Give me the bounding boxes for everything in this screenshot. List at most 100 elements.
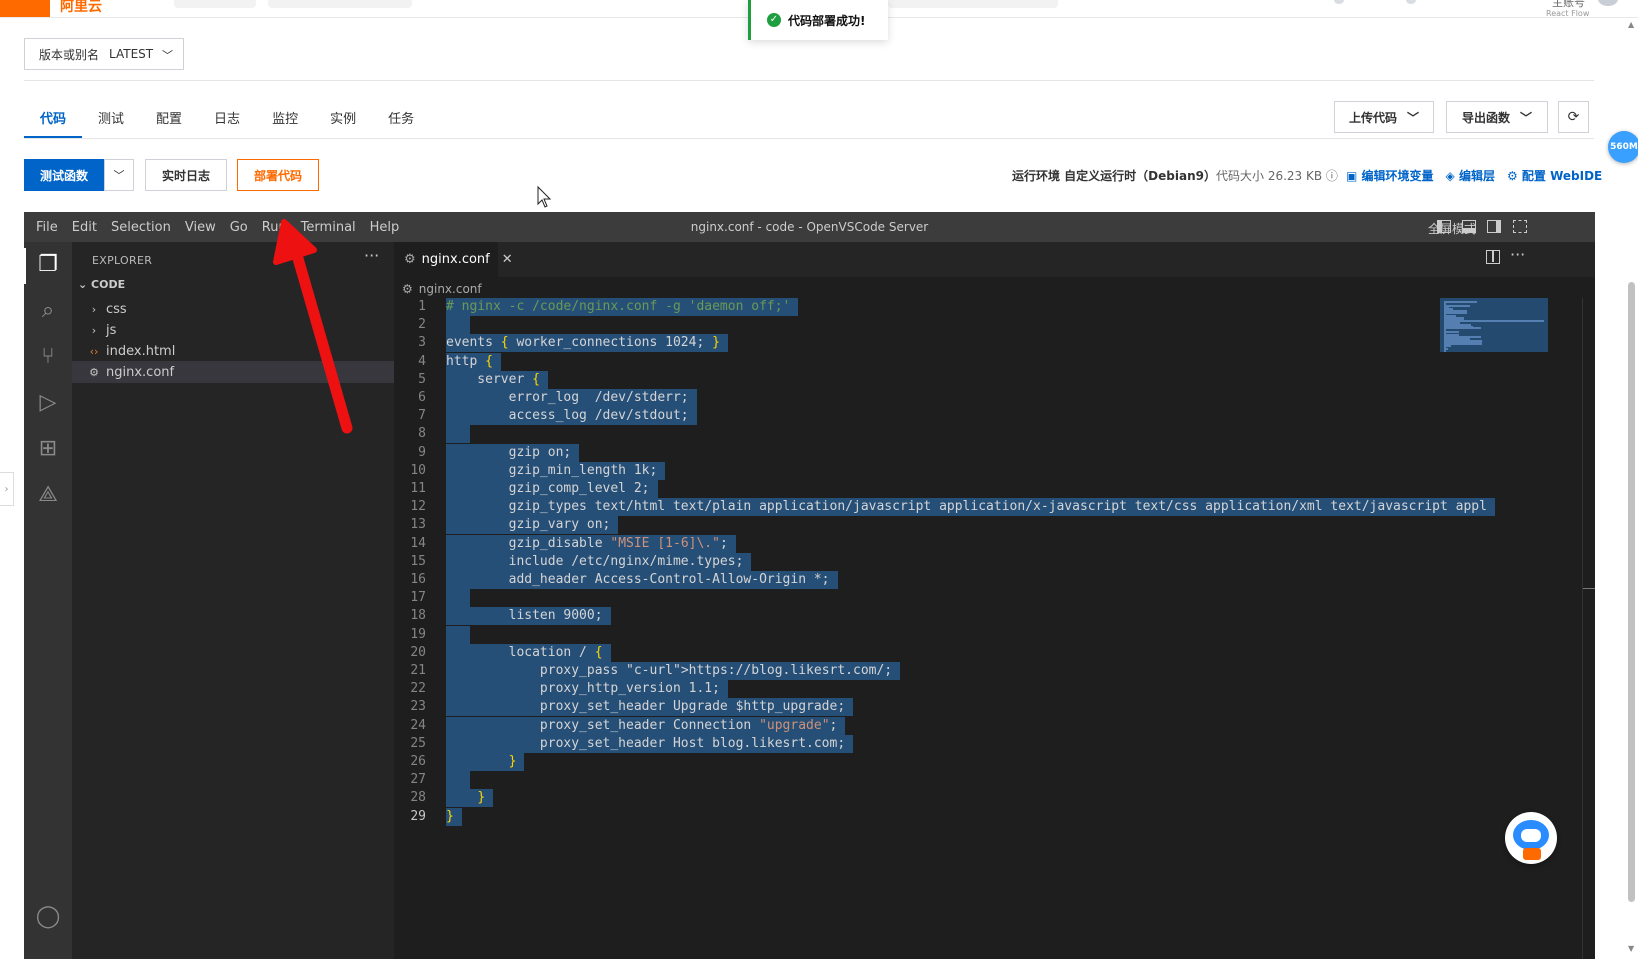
line-number: 12 xyxy=(410,499,426,515)
serverless-icon[interactable]: ⟁ xyxy=(33,480,63,510)
tree-item-label: index.html xyxy=(106,343,176,359)
edit-layer-label: 编辑层 xyxy=(1458,169,1495,183)
edit-env-label: 编辑环境变量 xyxy=(1361,169,1434,183)
menu-item-terminal[interactable]: Terminal xyxy=(294,220,363,235)
code-text: gzip_types text/html text/plain applicat… xyxy=(446,498,1495,517)
version-select[interactable]: 版本或别名 LATEST ﹀ xyxy=(24,38,184,70)
edit-env-link[interactable]: ▣ 编辑环境变量 xyxy=(1346,167,1434,184)
toggle-secondary-sidebar-icon[interactable] xyxy=(1487,220,1501,233)
toggle-panel-icon[interactable] xyxy=(1462,220,1476,233)
more-actions-icon[interactable]: ··· xyxy=(364,246,379,265)
code-text: error_log /dev/stderr; xyxy=(446,389,697,407)
menu-item-help[interactable]: Help xyxy=(363,220,407,235)
menu-item-go[interactable]: Go xyxy=(223,220,255,235)
toggle-sidebar-icon[interactable] xyxy=(1437,220,1451,233)
chevron-down-icon: ﹀ xyxy=(1407,110,1420,125)
tree-item-js[interactable]: › js xyxy=(72,319,394,341)
test-options-dropdown[interactable]: ﹀ xyxy=(104,159,134,191)
top-nav-item[interactable] xyxy=(174,0,256,8)
html-file-icon: ‹› xyxy=(89,344,99,358)
tab-1[interactable]: 测试 xyxy=(82,100,140,138)
editor-scrollbar[interactable] xyxy=(1582,298,1595,959)
code-editor[interactable]: 1 # nginx -c /code/nginx.conf -g 'daemon … xyxy=(394,298,1495,898)
runtime-info: 运行环境 自定义运行时（Debian9） xyxy=(1012,169,1216,183)
code-text xyxy=(446,316,470,335)
edit-layer-link[interactable]: ◈ 编辑层 xyxy=(1446,167,1495,184)
menu-icon[interactable] xyxy=(0,0,50,17)
code-text: } xyxy=(446,807,462,826)
search-icon[interactable]: ⌕ xyxy=(33,296,63,326)
chevron-right-icon: › xyxy=(91,323,97,337)
customize-layout-icon[interactable] xyxy=(1513,220,1527,233)
breadcrumb[interactable]: ⚙ nginx.conf xyxy=(402,279,482,299)
brand-logo[interactable]: 阿里云 xyxy=(60,0,102,16)
gear-icon: ⚙ xyxy=(404,252,416,267)
editor-tab-nginx-conf[interactable]: ⚙ nginx.conf ✕ xyxy=(394,242,513,277)
scroll-up-icon[interactable]: ▲ xyxy=(1628,20,1634,29)
page-scrollbar-thumb[interactable] xyxy=(1628,282,1635,902)
webide-config-link[interactable]: ⚙ 配置 WebIDE xyxy=(1507,167,1602,184)
account-icon[interactable]: ◯ xyxy=(33,902,63,932)
tree-item-css[interactable]: › css xyxy=(72,298,394,320)
avatar[interactable] xyxy=(1598,0,1618,6)
code-section-header[interactable]: ⌄ CODE xyxy=(78,278,125,291)
menu-item-edit[interactable]: Edit xyxy=(65,220,104,235)
tab-6[interactable]: 任务 xyxy=(372,100,430,138)
refresh-button[interactable]: ⟳ xyxy=(1558,101,1589,133)
tab-5[interactable]: 实例 xyxy=(314,100,372,138)
close-icon[interactable]: ✕ xyxy=(502,252,513,267)
message-icon[interactable] xyxy=(1334,0,1344,4)
tree-item-index-html[interactable]: ‹› index.html xyxy=(72,340,394,362)
line-number: 4 xyxy=(418,353,426,369)
tab-0[interactable]: 代码 xyxy=(24,100,83,138)
active-indicator xyxy=(24,248,26,284)
top-search[interactable] xyxy=(268,0,412,8)
page-scrollbar[interactable]: ▲ ▼ xyxy=(1625,20,1638,959)
tab-3[interactable]: 日志 xyxy=(198,100,256,138)
deploy-code-button[interactable]: 部署代码 xyxy=(237,159,319,191)
editor-tabbar: ⚙ nginx.conf ✕ ··· xyxy=(394,242,1595,277)
more-actions-icon[interactable]: ··· xyxy=(1510,245,1525,264)
sidebar-expand-handle[interactable]: › xyxy=(0,472,14,506)
minimap[interactable] xyxy=(1440,298,1548,352)
tab-2[interactable]: 配置 xyxy=(140,100,198,138)
gear-icon: ⚙ xyxy=(402,282,413,296)
menu-item-run[interactable]: Run xyxy=(255,220,294,235)
info-icon[interactable]: ⓘ xyxy=(1326,169,1338,183)
upload-code-button[interactable]: 上传代码 ﹀ xyxy=(1334,101,1434,133)
scroll-down-icon[interactable]: ▼ xyxy=(1628,944,1634,953)
line-number: 29 xyxy=(410,808,426,824)
line-number: 5 xyxy=(418,371,426,387)
help-icon[interactable] xyxy=(1406,0,1416,4)
ai-assistant-button[interactable] xyxy=(1505,812,1557,864)
test-function-split-button: 测试函数 ﹀ xyxy=(24,159,134,191)
assistant-badge xyxy=(1523,848,1541,860)
run-debug-icon[interactable]: ▷ xyxy=(33,388,63,418)
code-text: proxy_set_header Upgrade $http_upgrade; xyxy=(446,698,854,717)
editor-area: ⚙ nginx.conf ✕ ··· ⚙ nginx.conf 1 # nginx… xyxy=(394,242,1595,959)
tree-item-nginx-conf[interactable]: ⚙ nginx.conf xyxy=(72,361,394,383)
extensions-icon[interactable]: ⊞ xyxy=(33,434,63,464)
code-text: gzip_vary on; xyxy=(446,516,619,535)
test-function-button[interactable]: 测试函数 xyxy=(24,159,104,191)
code-text: server { xyxy=(446,370,548,389)
split-editor-icon[interactable] xyxy=(1486,250,1500,264)
source-control-icon[interactable]: ⑂ xyxy=(33,342,63,372)
realtime-log-button[interactable]: 实时日志 xyxy=(145,159,227,191)
export-function-button[interactable]: 导出函数 ﹀ xyxy=(1446,101,1548,133)
explorer-title: EXPLORER xyxy=(92,254,153,267)
webide-config-label: 配置 WebIDE xyxy=(1521,169,1603,183)
menu-item-selection[interactable]: Selection xyxy=(104,220,178,235)
success-toast: ✓ 代码部署成功! xyxy=(748,0,888,40)
check-circle-icon: ✓ xyxy=(767,13,781,27)
tree-item-label: js xyxy=(106,322,117,338)
tab-4[interactable]: 监控 xyxy=(256,100,314,138)
code-text: } xyxy=(446,789,494,808)
top-nav-item[interactable] xyxy=(888,0,1058,8)
menu-item-file[interactable]: File xyxy=(24,220,65,235)
line-number: 26 xyxy=(410,754,426,769)
line-number: 6 xyxy=(418,390,426,405)
explorer-icon[interactable]: ❐ xyxy=(33,250,63,280)
menu-item-view[interactable]: View xyxy=(178,220,223,235)
breadcrumb-file: nginx.conf xyxy=(418,282,482,296)
